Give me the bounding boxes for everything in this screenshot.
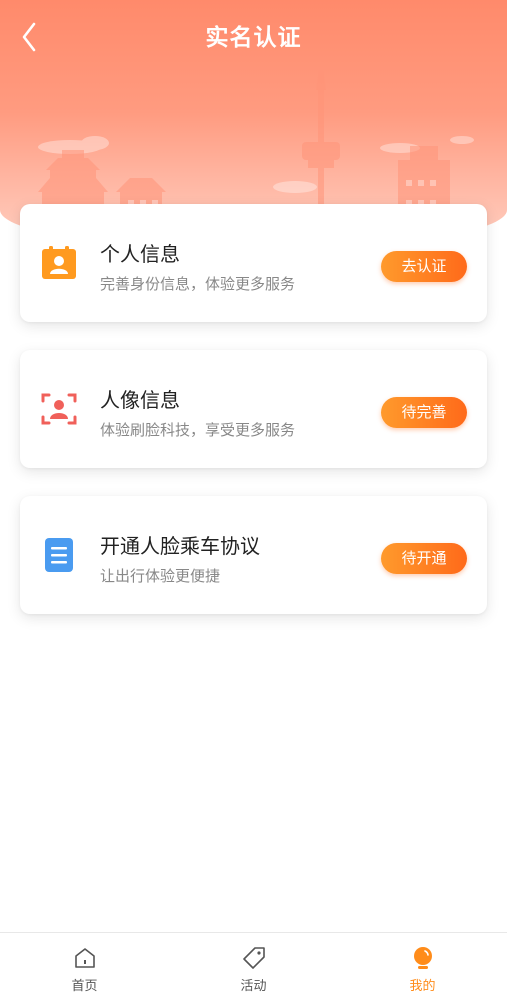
- document-icon: [45, 538, 73, 572]
- tab-label: 活动: [240, 979, 267, 994]
- realname-auth-page: 实名认证 个人信息 完善身份信息，体验更多服务 去认证 人像信息 体验刷脸科技，…: [0, 0, 507, 1000]
- pending-activate-button[interactable]: 待开通: [381, 543, 467, 574]
- card-subtitle: 完善身份信息，体验更多服务: [100, 275, 296, 293]
- card-face-ride-agreement[interactable]: 开通人脸乘车协议 让出行体验更便捷 待开通: [20, 496, 487, 614]
- page-title: 实名认证: [205, 25, 302, 51]
- card-title: 人像信息: [100, 388, 180, 412]
- home-icon: [74, 948, 95, 968]
- card-subtitle: 让出行体验更便捷: [100, 567, 221, 585]
- card-title: 开通人脸乘车协议: [100, 534, 260, 558]
- card-title: 个人信息: [100, 242, 180, 266]
- pending-complete-button[interactable]: 待完善: [381, 397, 467, 428]
- tag-icon: [242, 947, 265, 969]
- tab-label: 我的: [409, 979, 436, 994]
- bottom-tab-bar: 首页 活动 我的: [0, 932, 507, 1000]
- id-card-icon: [42, 246, 76, 279]
- tab-home[interactable]: 首页: [0, 933, 169, 1000]
- card-personal-info[interactable]: 个人信息 完善身份信息，体验更多服务 去认证: [20, 204, 487, 322]
- tab-label: 首页: [71, 979, 98, 994]
- go-verify-button[interactable]: 去认证: [381, 251, 467, 282]
- card-subtitle: 体验刷脸科技，享受更多服务: [100, 421, 296, 439]
- tab-activity[interactable]: 活动: [169, 933, 338, 1000]
- profile-icon: [413, 947, 432, 969]
- tab-mine[interactable]: 我的: [338, 933, 507, 1000]
- card-portrait-info[interactable]: 人像信息 体验刷脸科技，享受更多服务 待完善: [20, 350, 487, 468]
- face-scan-icon: [41, 393, 77, 425]
